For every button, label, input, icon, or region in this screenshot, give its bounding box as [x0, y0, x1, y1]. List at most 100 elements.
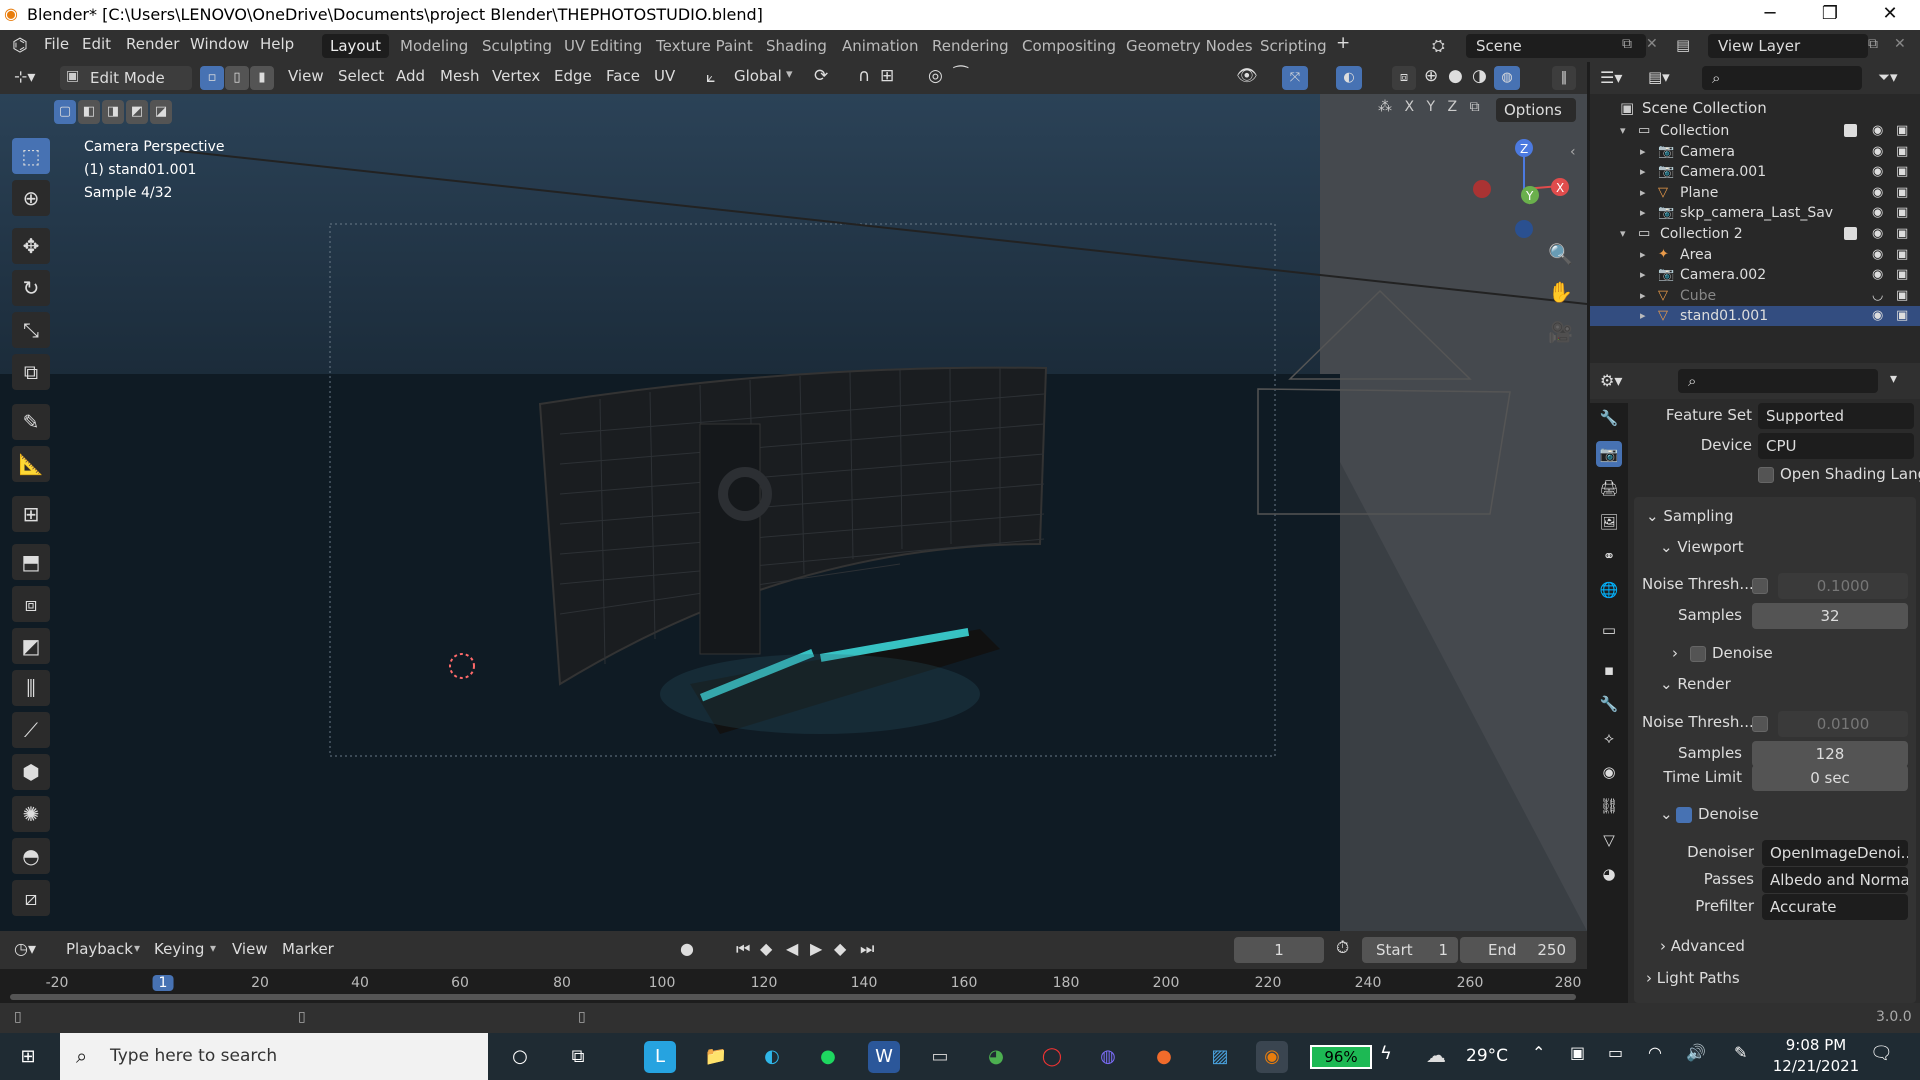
tray-battery-icon[interactable]: ▭	[1608, 1043, 1623, 1062]
device-dropdown[interactable]: CPU	[1758, 433, 1914, 459]
task-view-icon[interactable]: ⧉	[562, 1041, 594, 1073]
tool-tab-icon[interactable]: 🔧	[1596, 405, 1622, 431]
world-tab-icon[interactable]: 🌐	[1596, 577, 1622, 603]
workspace-tab-shading[interactable]: Shading	[758, 34, 835, 58]
spotify-icon[interactable]: ●	[812, 1041, 844, 1073]
close-button[interactable]: ✕	[1860, 0, 1920, 30]
expand-chevron-icon[interactable]: ▸	[1640, 306, 1646, 326]
render-toggle-icon[interactable]: ▣	[1896, 121, 1908, 141]
rotate-tool-icon[interactable]: ↻	[12, 270, 50, 306]
maximize-button[interactable]: ❐	[1800, 0, 1860, 30]
render-tab-icon[interactable]: 📷	[1596, 441, 1622, 467]
delete-view-layer-icon[interactable]: ✕	[1894, 36, 1906, 52]
render-toggle-icon[interactable]: ▣	[1896, 142, 1908, 162]
outliner-row[interactable]: ▸ 📷 Camera.001 ◉ ▣	[1590, 162, 1920, 182]
outliner-row[interactable]: ▾ ▭ Collection 2 ◉ ▣	[1590, 224, 1920, 244]
visibility-eye-icon[interactable]: ◉	[1872, 162, 1883, 182]
transform-orientation-selector[interactable]: Global	[734, 67, 782, 85]
jump-end-icon[interactable]: ⏭	[860, 939, 874, 959]
play-reverse-icon[interactable]: ◀	[786, 939, 798, 958]
edge-select-icon[interactable]: ▯	[225, 66, 249, 90]
visibility-eye-icon[interactable]: ◉	[1872, 183, 1883, 203]
menu-render[interactable]: Render	[126, 35, 179, 53]
app-l-icon[interactable]: L	[644, 1041, 676, 1073]
current-frame-field[interactable]: 1	[1234, 937, 1324, 963]
render-samples-field[interactable]: 128	[1752, 741, 1908, 767]
workspace-tab-geometry-nodes[interactable]: Geometry Nodes	[1118, 34, 1261, 58]
viewport-denoise-checkbox[interactable]	[1690, 646, 1706, 662]
viewport-denoise-header[interactable]: ›	[1672, 644, 1678, 662]
display-mode-icon[interactable]: ▤▾	[1648, 68, 1670, 86]
output-tab-icon[interactable]: 🖨	[1596, 475, 1622, 501]
snap-grid-icon[interactable]: ⁂	[1378, 99, 1392, 115]
playhead-frame[interactable]: 1	[152, 975, 174, 991]
clock-date[interactable]: 12/21/2021	[1770, 1057, 1862, 1075]
expand-chevron-icon[interactable]: ▸	[1640, 245, 1646, 265]
spin-tool-icon[interactable]: ✺	[12, 796, 50, 832]
blender-taskbar-icon[interactable]: ◉	[1256, 1041, 1288, 1073]
editor-type-icon[interactable]: ⊹▾	[14, 67, 35, 86]
volume-icon[interactable]: 🔊	[1686, 1043, 1706, 1062]
start-frame-field[interactable]: Start 1	[1362, 937, 1458, 963]
visibility-eye-icon[interactable]: ◉	[1872, 306, 1883, 326]
expand-chevron-icon[interactable]: ▾	[1620, 224, 1626, 244]
edge-browser-icon[interactable]: ◐	[756, 1041, 788, 1073]
windows-start-icon[interactable]: ⊞	[12, 1041, 44, 1073]
menu-playback[interactable]: Playback	[66, 940, 133, 958]
wireframe-shading-icon[interactable]: ⊕	[1424, 66, 1438, 86]
workspace-tab-animation[interactable]: Animation	[834, 34, 926, 58]
collection-tab-icon[interactable]: ▭	[1596, 617, 1622, 643]
select-subtract-icon[interactable]: ◨	[102, 100, 124, 124]
constraints-tab-icon[interactable]: ⛓	[1596, 793, 1622, 819]
select-box-tool-icon[interactable]: ⬚	[12, 138, 50, 174]
pen-icon[interactable]: ✎	[1734, 1043, 1747, 1062]
word-icon[interactable]: W	[868, 1041, 900, 1073]
camera-view-icon[interactable]: 🎥	[1548, 320, 1573, 344]
mode-selector[interactable]: Edit Mode	[60, 66, 192, 90]
properties-search-input[interactable]: ⌕	[1678, 369, 1878, 393]
render-noise-field[interactable]: 0.0100	[1778, 711, 1908, 737]
viewport-noise-field[interactable]: 0.1000	[1778, 573, 1908, 599]
render-toggle-icon[interactable]: ▣	[1896, 224, 1908, 244]
overlays-toggle-icon[interactable]: ◐	[1336, 66, 1362, 90]
menu-mesh[interactable]: Mesh	[440, 67, 480, 85]
options-dropdown[interactable]: Options	[1496, 98, 1576, 122]
expand-chevron-icon[interactable]: ▸	[1640, 265, 1646, 285]
sidebar-toggle-chevron-icon[interactable]: ‹	[1570, 144, 1576, 160]
view-layer-selector[interactable]: View Layer	[1708, 34, 1868, 58]
battery-indicator[interactable]: 96%	[1310, 1045, 1372, 1069]
falloff-icon[interactable]: ⁀	[954, 66, 968, 86]
menu-uv[interactable]: UV	[654, 67, 675, 85]
visibility-eye-icon[interactable]: ◉	[1872, 121, 1883, 141]
outliner-row[interactable]: ▸ ▽ Plane ◉ ▣	[1590, 183, 1920, 203]
poly-build-tool-icon[interactable]: ⬢	[12, 754, 50, 790]
scene-icon[interactable]: ⛭	[1432, 36, 1445, 56]
view-layer-tab-icon[interactable]: 🖼	[1596, 509, 1622, 535]
viewport-noise-checkbox[interactable]	[1752, 578, 1768, 594]
face-select-icon[interactable]: ▮	[250, 66, 274, 90]
advanced-subpanel-header[interactable]: › Advanced	[1660, 937, 1745, 955]
outliner-row[interactable]: ▸ ▽ Cube ◡ ▣	[1590, 286, 1920, 306]
menu-edge[interactable]: Edge	[554, 67, 592, 85]
object-tab-icon[interactable]: ▪	[1596, 657, 1622, 683]
expand-chevron-icon[interactable]: ▾	[1620, 121, 1626, 141]
visibility-eye-icon[interactable]: ◉	[1872, 142, 1883, 162]
extrude-tool-icon[interactable]: ⬒	[12, 544, 50, 580]
scale-tool-icon[interactable]: ⤡	[12, 312, 50, 348]
measure-tool-icon[interactable]: 📐	[12, 446, 50, 482]
menu-window[interactable]: Window	[190, 35, 249, 53]
vertex-select-icon[interactable]: ▫	[200, 66, 224, 90]
render-toggle-icon[interactable]: ▣	[1896, 286, 1908, 306]
expand-chevron-icon[interactable]: ▸	[1640, 183, 1646, 203]
taskbar-search-box[interactable]: ⌕ Type here to search	[60, 1033, 488, 1080]
material-shading-icon[interactable]: ◑	[1472, 66, 1487, 86]
cursor-tool-icon[interactable]: ⊕	[12, 180, 50, 216]
gizmo-toggle-icon[interactable]: ⤧	[1282, 66, 1308, 90]
render-noise-checkbox[interactable]	[1752, 716, 1768, 732]
outliner-search-input[interactable]: ⌕	[1702, 66, 1862, 90]
visibility-eye-icon[interactable]: 👁	[1236, 66, 1258, 86]
menu-edit[interactable]: Edit	[82, 35, 111, 53]
feature-set-dropdown[interactable]: Supported	[1758, 403, 1914, 429]
view-layer-icon[interactable]: ▤	[1676, 36, 1690, 54]
sampling-panel-header[interactable]: ⌄ Sampling	[1646, 507, 1734, 525]
